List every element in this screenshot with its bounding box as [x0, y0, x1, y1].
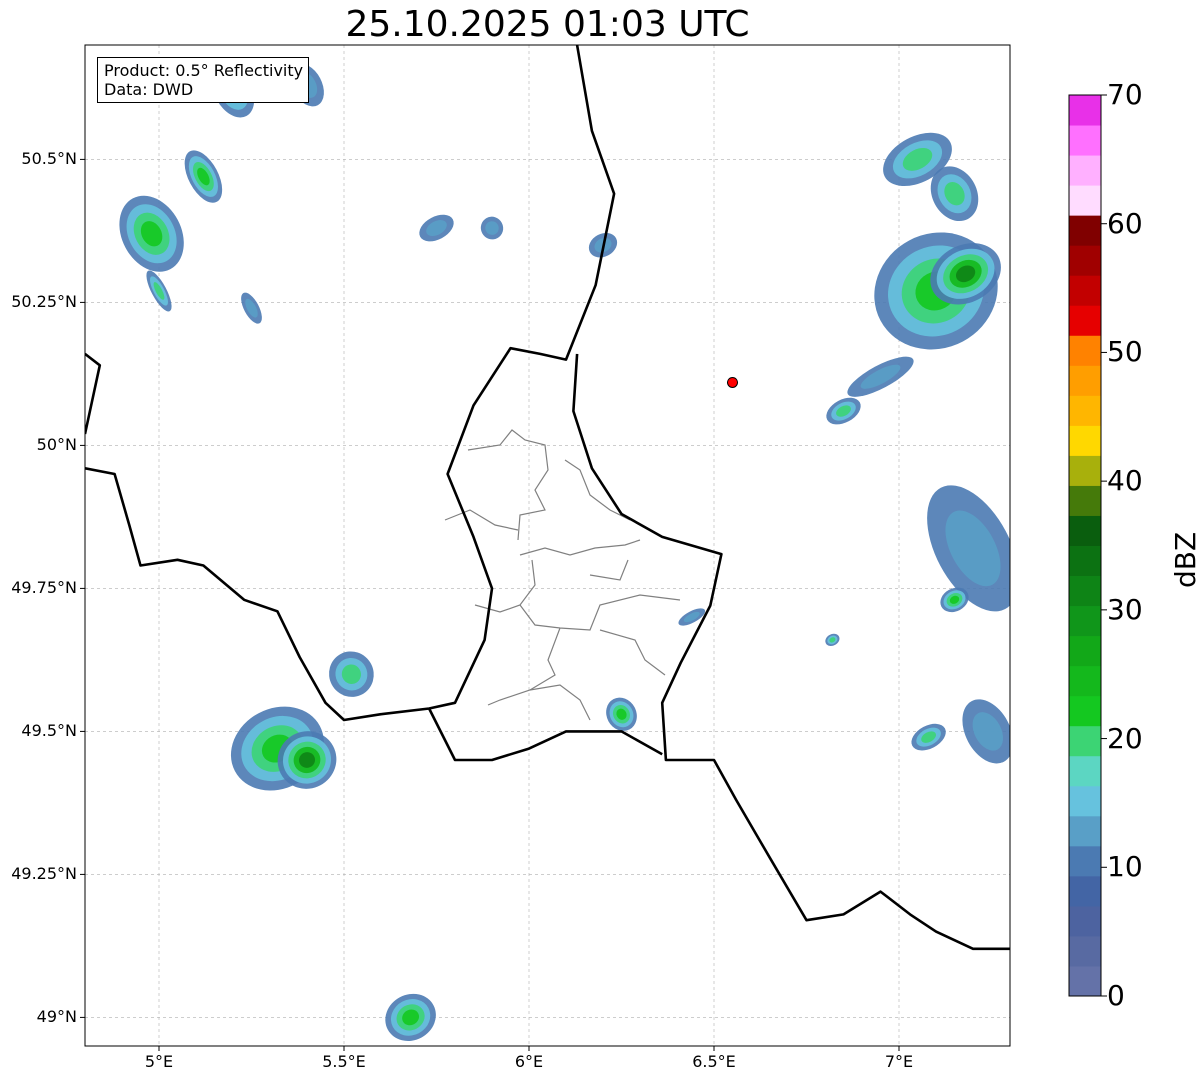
lon-tick-label: 5.5°E — [322, 1052, 366, 1071]
colorbar-segment — [1069, 365, 1101, 396]
colorbar-segment — [1069, 845, 1101, 877]
lon-tick-label: 6.5°E — [692, 1052, 736, 1071]
colorbar-segment — [1069, 665, 1101, 697]
colorbar-segment — [1069, 725, 1101, 757]
colorbar-tick-label: 60 — [1107, 206, 1143, 240]
colorbar-segment — [1069, 335, 1101, 366]
lon-tick-label: 7°E — [884, 1052, 914, 1071]
colorbar-segment — [1069, 965, 1101, 997]
colorbar-segment — [1069, 485, 1101, 516]
lon-tick-label: 6°E — [514, 1052, 544, 1071]
colorbar-tick-label: 10 — [1107, 850, 1143, 884]
legend-product: Product: 0.5° Reflectivity — [104, 61, 304, 80]
colorbar-segment — [1069, 155, 1101, 186]
colorbar-segment — [1069, 785, 1101, 817]
colorbar-segment — [1069, 875, 1101, 907]
lat-tick-label: 49.25°N — [11, 864, 77, 884]
colorbar-segment — [1069, 305, 1101, 336]
colorbar-segment — [1069, 275, 1101, 306]
colorbar-segment — [1069, 95, 1101, 126]
product-legend: Product: 0.5° Reflectivity Data: DWD — [97, 57, 310, 103]
colorbar-segment — [1069, 815, 1101, 847]
colorbar-segment — [1069, 125, 1101, 156]
lat-tick-label: 49.5°N — [21, 721, 77, 741]
colorbar-tick-label: 50 — [1107, 335, 1143, 369]
lat-tick-label: 50.25°N — [11, 292, 77, 312]
colorbar-segment — [1069, 185, 1101, 216]
colorbar-tick-label: 0 — [1107, 979, 1125, 1012]
colorbar-tick-label: 40 — [1107, 464, 1143, 498]
colorbar-label: dBZ — [1169, 531, 1202, 588]
colorbar-segment — [1069, 515, 1101, 546]
colorbar-segment — [1069, 695, 1101, 727]
colorbar-segment — [1069, 545, 1101, 577]
colorbar-segment — [1069, 455, 1101, 486]
lon-tick-label: 5°E — [144, 1052, 174, 1071]
colorbar-segment — [1069, 755, 1101, 787]
colorbar-segment — [1069, 635, 1101, 667]
lat-tick-label: 49.75°N — [11, 578, 77, 598]
legend-source: Data: DWD — [104, 80, 194, 99]
radar-map — [80, 44, 1107, 1051]
lat-tick-label: 50°N — [36, 435, 77, 455]
radar-site-marker — [727, 376, 738, 388]
colorbar-segment — [1069, 935, 1101, 967]
lat-tick-label: 49°N — [36, 1007, 77, 1027]
colorbar — [1068, 94, 1107, 997]
colorbar-segment — [1069, 215, 1101, 246]
colorbar-tick-label: 20 — [1107, 721, 1143, 755]
lat-tick-label: 50.5°N — [21, 149, 77, 169]
colorbar-tick-label: 30 — [1107, 592, 1143, 626]
colorbar-segment — [1069, 575, 1101, 607]
colorbar-segment — [1069, 395, 1101, 426]
colorbar-tick-label: 70 — [1107, 78, 1143, 111]
colorbar-segment — [1069, 605, 1101, 637]
colorbar-segment — [1069, 905, 1101, 937]
colorbar-segment — [1069, 425, 1101, 456]
colorbar-segment — [1069, 245, 1101, 276]
